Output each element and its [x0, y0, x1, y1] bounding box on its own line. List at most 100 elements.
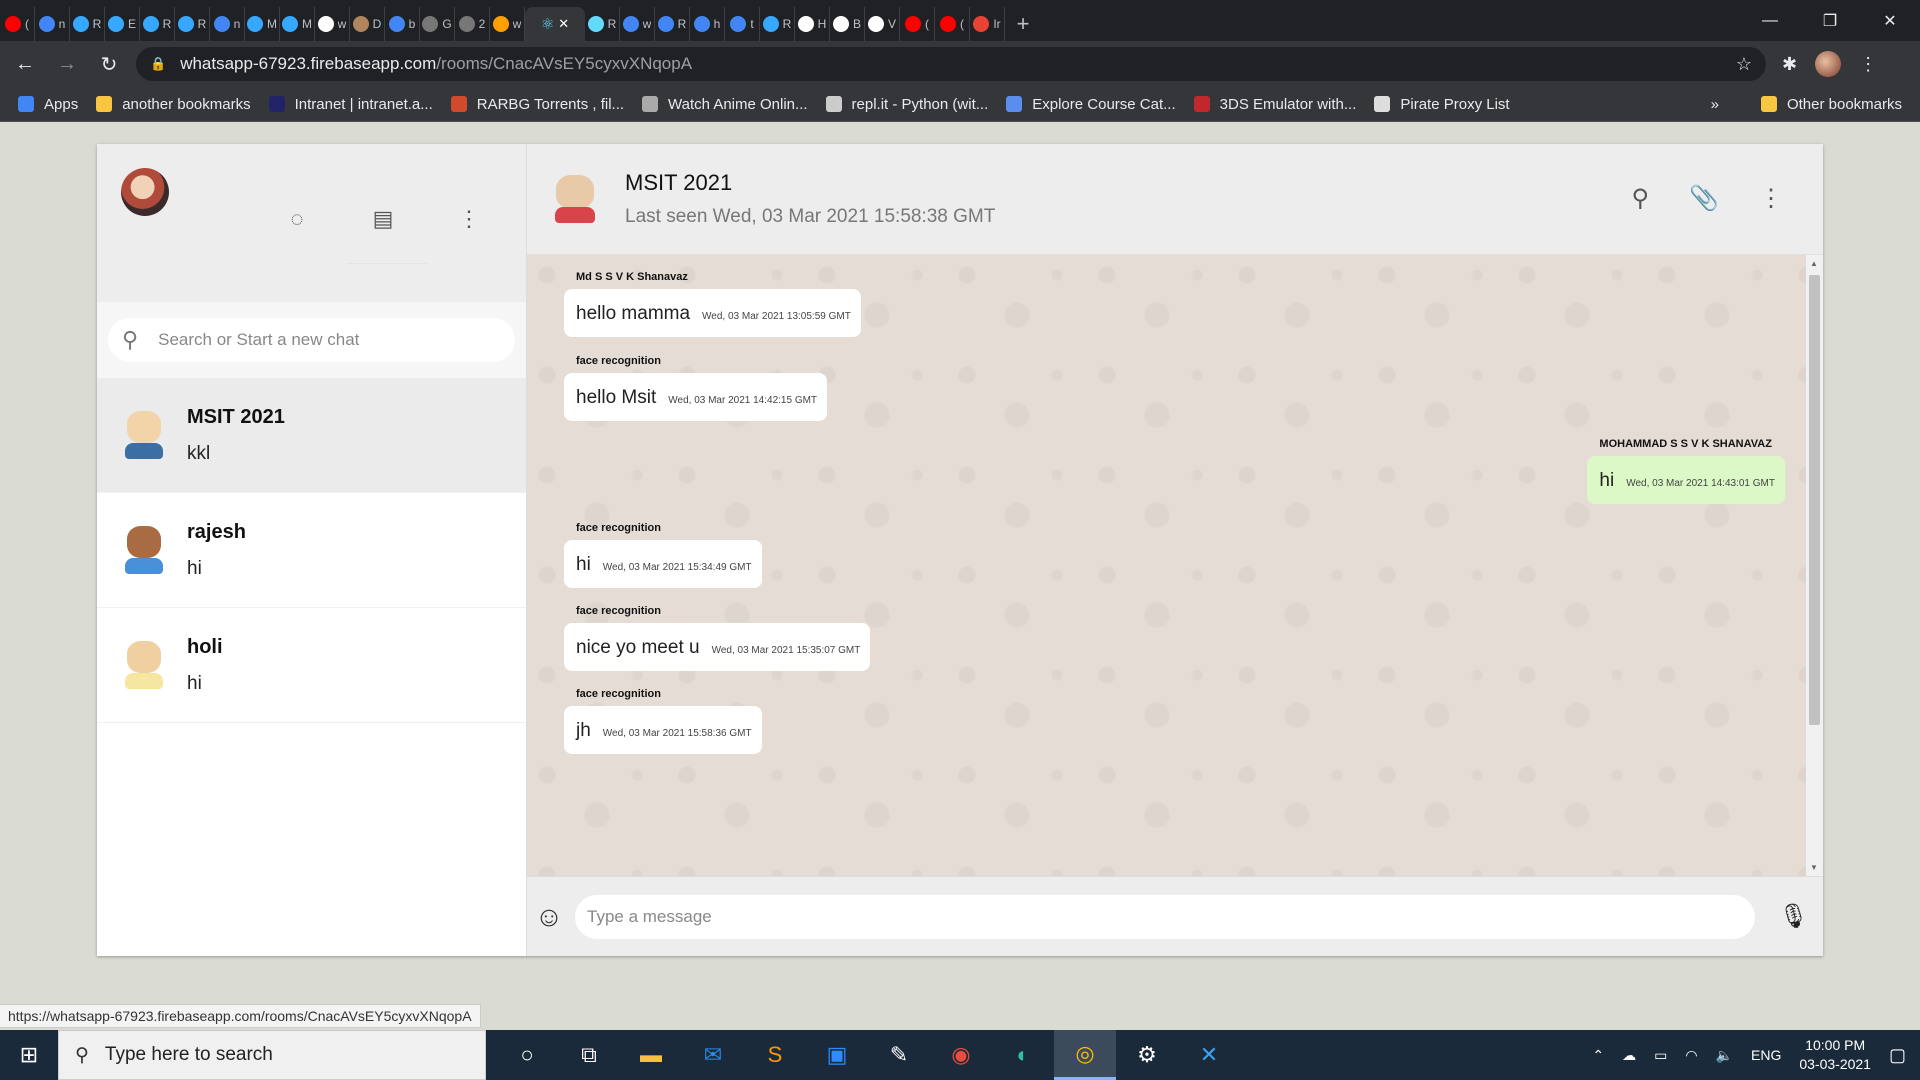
- tab-8[interactable]: M: [280, 7, 315, 41]
- chat-list-item[interactable]: rajesh hi: [97, 493, 526, 608]
- message-bubble[interactable]: jh Wed, 03 Mar 2021 15:58:36 GMT: [564, 706, 762, 754]
- message-bubble[interactable]: hi Wed, 03 Mar 2021 15:34:49 GMT: [564, 540, 762, 588]
- tab-11[interactable]: b: [385, 7, 420, 41]
- notepad-icon[interactable]: ✎: [868, 1030, 930, 1080]
- bookmark-item[interactable]: Apps: [18, 96, 78, 113]
- bookmark-item[interactable]: another bookmarks: [96, 96, 251, 113]
- vscode-icon[interactable]: ✕: [1178, 1030, 1240, 1080]
- bookmarks-overflow-button[interactable]: »: [1711, 96, 1719, 113]
- search-input[interactable]: [158, 330, 501, 350]
- tab-close-icon[interactable]: ✕: [558, 16, 569, 32]
- settings-icon[interactable]: ⚙: [1116, 1030, 1178, 1080]
- sublime-icon[interactable]: S: [744, 1030, 806, 1080]
- tab-0[interactable]: (: [0, 7, 35, 41]
- tab-12[interactable]: G: [420, 7, 455, 41]
- battery-icon[interactable]: ▭: [1654, 1047, 1667, 1064]
- scrollbar-thumb[interactable]: [1809, 275, 1820, 725]
- my-avatar[interactable]: [121, 168, 169, 216]
- wifi-icon[interactable]: ◠: [1685, 1047, 1697, 1064]
- scroll-down-arrow[interactable]: ▼: [1810, 863, 1818, 872]
- forward-button[interactable]: →: [50, 47, 84, 81]
- tab-9[interactable]: w: [315, 7, 350, 41]
- new-chat-icon[interactable]: ▤: [368, 204, 398, 234]
- tab-10[interactable]: D: [350, 7, 385, 41]
- profile-avatar[interactable]: [1815, 51, 1842, 77]
- emoji-icon[interactable]: ☺: [529, 901, 569, 933]
- tab-after-3[interactable]: h: [690, 7, 725, 41]
- search-icon[interactable]: ⚲: [1632, 184, 1650, 213]
- message-bubble[interactable]: hi Wed, 03 Mar 2021 14:43:01 GMT: [1587, 456, 1785, 504]
- tab-2[interactable]: R: [70, 7, 105, 41]
- zoom-icon[interactable]: ▣: [806, 1030, 868, 1080]
- mic-icon[interactable]: 🎙: [1779, 902, 1809, 931]
- tab-1[interactable]: n: [35, 7, 70, 41]
- status-icon[interactable]: ◌: [282, 204, 312, 234]
- volume-icon[interactable]: 🔈: [1716, 1047, 1733, 1064]
- windows-start-icon[interactable]: ⊞: [0, 1030, 58, 1080]
- chat-menu-icon[interactable]: ⋮: [1759, 184, 1783, 213]
- other-bookmarks[interactable]: Other bookmarks: [1760, 96, 1902, 113]
- attach-icon[interactable]: 📎: [1689, 184, 1719, 213]
- messages-area[interactable]: Md S S V K Shanavaz hello mamma Wed, 03 Ma…: [527, 255, 1823, 876]
- bookmark-item[interactable]: repl.it - Python (wit...: [825, 96, 988, 113]
- recorder-icon[interactable]: ◉: [930, 1030, 992, 1080]
- bookmark-item[interactable]: RARBG Torrents , fil...: [450, 96, 624, 113]
- tab-4[interactable]: R: [140, 7, 175, 41]
- tab-5[interactable]: R: [175, 7, 210, 41]
- clock[interactable]: 10:00 PM 03-03-2021: [1799, 1036, 1871, 1074]
- edge-icon[interactable]: ◐: [992, 1030, 1054, 1080]
- tab-after-4[interactable]: t: [725, 7, 760, 41]
- bookmark-item[interactable]: 3DS Emulator with...: [1193, 96, 1356, 113]
- address-bar[interactable]: 🔒 whatsapp-67923.firebaseapp.com/rooms/C…: [136, 47, 1766, 81]
- tab-after-2[interactable]: R: [655, 7, 690, 41]
- tab-active-whatsapp[interactable]: ⚛ ✕: [525, 7, 585, 41]
- language-indicator[interactable]: ENG: [1751, 1047, 1781, 1063]
- cortana-icon[interactable]: ○: [496, 1030, 558, 1080]
- tab-after-5[interactable]: R: [760, 7, 795, 41]
- restore-button[interactable]: ❐: [1800, 0, 1860, 41]
- bookmark-item[interactable]: Intranet | intranet.a...: [268, 96, 433, 113]
- onedrive-icon[interactable]: ☁: [1622, 1047, 1636, 1064]
- chat-list-item[interactable]: holi hi: [97, 608, 526, 723]
- extensions-icon[interactable]: ✱: [1782, 54, 1797, 75]
- chevron-up-icon[interactable]: ⌃: [1592, 1047, 1604, 1064]
- message-bubble[interactable]: nice yo meet u Wed, 03 Mar 2021 15:35:07 …: [564, 623, 871, 671]
- tab-after-1[interactable]: w: [620, 7, 655, 41]
- browser-menu-icon[interactable]: ⋮: [1859, 54, 1877, 75]
- tab-after-6[interactable]: H: [795, 7, 830, 41]
- chrome-icon[interactable]: ◎: [1054, 1030, 1116, 1080]
- message-bubble[interactable]: hello Msit Wed, 03 Mar 2021 14:42:15 GMT: [564, 373, 828, 421]
- tab-after-8[interactable]: V: [865, 7, 900, 41]
- file-explorer-icon[interactable]: ▬: [620, 1030, 682, 1080]
- minimize-button[interactable]: —: [1740, 0, 1800, 41]
- taskbar-search[interactable]: ⚲ Type here to search: [58, 1030, 486, 1080]
- tab-14[interactable]: w: [490, 7, 525, 41]
- bookmark-star-icon[interactable]: ☆: [1736, 54, 1752, 75]
- mail-icon[interactable]: ✉: [682, 1030, 744, 1080]
- bookmark-item[interactable]: Watch Anime Onlin...: [642, 96, 808, 113]
- sidebar-menu-icon[interactable]: ⋮: [454, 204, 484, 234]
- task-view-icon[interactable]: ⧉: [558, 1030, 620, 1080]
- tab-7[interactable]: M: [245, 7, 280, 41]
- message-bubble[interactable]: hello mamma Wed, 03 Mar 2021 13:05:59 GMT: [564, 289, 861, 337]
- message-input[interactable]: [587, 906, 1743, 927]
- tab-13[interactable]: 2: [455, 7, 490, 41]
- chat-list-item[interactable]: MSIT 2021 kkl: [97, 378, 526, 493]
- tab-after-11[interactable]: Ir: [970, 7, 1005, 41]
- tab-after-9[interactable]: (: [900, 7, 935, 41]
- tab-6[interactable]: n: [210, 7, 245, 41]
- messages-scrollbar[interactable]: ▲ ▼: [1806, 255, 1823, 876]
- close-window-button[interactable]: ✕: [1860, 0, 1920, 41]
- tab-3[interactable]: E: [105, 7, 140, 41]
- tab-after-0[interactable]: R: [585, 7, 620, 41]
- bookmark-item[interactable]: Pirate Proxy List: [1374, 96, 1510, 113]
- back-button[interactable]: ←: [8, 47, 42, 81]
- new-tab-button[interactable]: +: [1005, 7, 1041, 41]
- tab-after-7[interactable]: B: [830, 7, 865, 41]
- notifications-icon[interactable]: ▢: [1889, 1045, 1906, 1066]
- scroll-up-arrow[interactable]: ▲: [1810, 259, 1818, 268]
- tab-after-10[interactable]: (: [935, 7, 970, 41]
- room-avatar[interactable]: [553, 173, 597, 225]
- bookmark-item[interactable]: Explore Course Cat...: [1006, 96, 1176, 113]
- reload-button[interactable]: ↻: [92, 47, 126, 81]
